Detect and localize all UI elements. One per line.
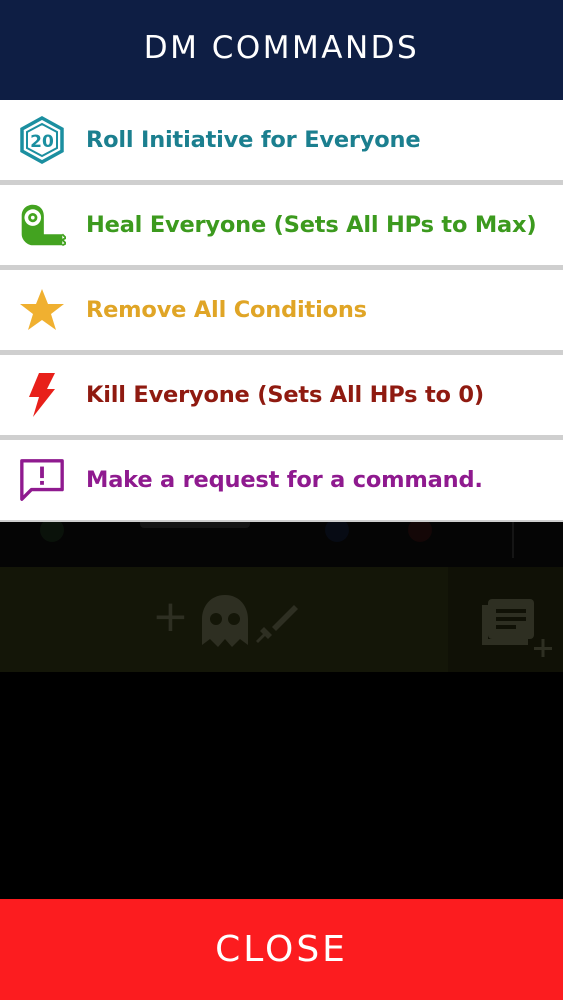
- command-kill-everyone[interactable]: Kill Everyone (Sets All HPs to 0): [0, 355, 563, 440]
- sword-icon: [256, 605, 298, 643]
- modal-title: DM COMMANDS: [143, 30, 420, 66]
- close-button-label: CLOSE: [215, 929, 348, 970]
- background-toolbar: +: [0, 567, 563, 672]
- d20-icon: 20: [18, 116, 66, 164]
- ghost-monster-icon: [202, 595, 248, 647]
- background-row: [0, 512, 563, 568]
- command-heal-everyone[interactable]: Heal Everyone (Sets All HPs to Max): [0, 185, 563, 270]
- command-label: Roll Initiative for Everyone: [86, 127, 421, 153]
- command-remove-conditions[interactable]: Remove All Conditions: [0, 270, 563, 355]
- notes-add-icon: [482, 599, 552, 657]
- bandage-roll-icon: [18, 201, 66, 249]
- command-label: Make a request for a command.: [86, 467, 483, 493]
- command-request-command[interactable]: Make a request for a command.: [0, 440, 563, 522]
- svg-text:20: 20: [30, 132, 54, 152]
- add-icon: +: [152, 591, 189, 642]
- command-label: Remove All Conditions: [86, 297, 367, 323]
- modal-header: DM COMMANDS: [0, 0, 563, 100]
- close-button[interactable]: CLOSE: [0, 899, 563, 1000]
- background-divider: [512, 520, 514, 558]
- command-roll-initiative[interactable]: 20 Roll Initiative for Everyone: [0, 100, 563, 185]
- command-label: Heal Everyone (Sets All HPs to Max): [86, 212, 537, 238]
- star-icon: [18, 286, 66, 334]
- command-label: Kill Everyone (Sets All HPs to 0): [86, 382, 484, 408]
- command-list: 20 Roll Initiative for Everyone Heal Eve…: [0, 100, 563, 522]
- lightning-bolt-icon: [18, 371, 66, 419]
- feedback-message-icon: [18, 456, 66, 504]
